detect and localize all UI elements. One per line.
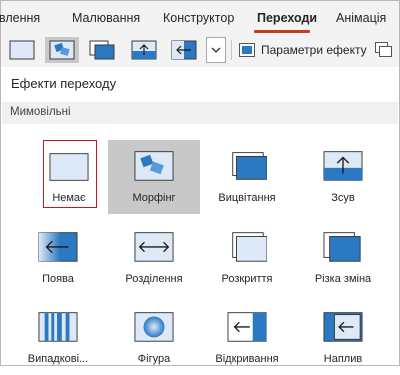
fade-icon	[89, 40, 115, 60]
effect-random-bars[interactable]: Випадкові...	[12, 301, 104, 375]
effect-label: Випадкові...	[27, 353, 89, 365]
gallery-wipe-button[interactable]	[167, 37, 201, 63]
effect-cut[interactable]: Різка зміна	[297, 221, 389, 295]
gallery-fade-button[interactable]	[85, 37, 119, 63]
ribbon-tabs: влення Малювання Конструктор Переходи Ан…	[0, 1, 399, 35]
active-tab-indicator	[254, 30, 310, 33]
effect-morph[interactable]: Морфінг	[108, 140, 200, 214]
effect-label: Фігура	[137, 353, 171, 365]
tab-draw[interactable]: Малювання	[72, 11, 140, 25]
effect-label: Вицвітання	[218, 192, 276, 204]
cut-icon	[323, 232, 361, 262]
toolbar-divider	[231, 40, 232, 60]
morph-icon	[49, 40, 75, 60]
effect-label: Зсув	[331, 192, 355, 204]
none-icon	[49, 153, 89, 181]
uncover-icon	[227, 312, 267, 342]
wipe-icon	[38, 232, 78, 262]
effect-label: Немає	[52, 192, 86, 204]
push-icon	[131, 40, 157, 60]
transition-window: влення Малювання Конструктор Переходи Ан…	[0, 0, 400, 366]
effect-label: Розкриття	[221, 273, 273, 285]
effect-label: Відкривання	[215, 353, 279, 365]
effect-wipe[interactable]: Поява	[12, 221, 104, 295]
effect-options-button[interactable]: Параметри ефекту	[239, 37, 367, 63]
effect-reveal[interactable]: Розкриття	[201, 221, 293, 295]
effect-options-icon	[239, 43, 255, 57]
effect-label: Наплив	[323, 353, 363, 365]
gallery-push-button[interactable]	[127, 37, 161, 63]
push-icon	[323, 151, 363, 181]
cover-icon	[323, 312, 363, 342]
effect-label: Різка зміна	[314, 273, 372, 285]
chevron-down-icon	[211, 47, 221, 53]
effect-none[interactable]: Немає	[15, 140, 107, 214]
effect-fade[interactable]: Вицвітання	[201, 140, 293, 214]
wipe-icon	[171, 40, 197, 60]
section-label: Мимовільні	[10, 106, 71, 118]
effect-push[interactable]: Зсув	[297, 140, 389, 214]
effect-label: Морфінг	[132, 192, 176, 204]
morph-icon	[134, 151, 174, 181]
gallery-morph-button[interactable]	[45, 37, 79, 63]
gallery-none-button[interactable]	[5, 37, 39, 63]
effect-options-label: Параметри ефекту	[261, 43, 367, 57]
reveal-icon	[232, 232, 267, 262]
effect-shape[interactable]: Фігура	[108, 301, 200, 375]
panel-title: Ефекти переходу	[11, 76, 117, 91]
tab-animations[interactable]: Анімація	[336, 11, 386, 25]
tab-design[interactable]: Конструктор	[163, 11, 234, 25]
tab-transitions[interactable]: Переходи	[257, 11, 317, 25]
fade-icon	[232, 152, 267, 180]
section-header: Мимовільні	[2, 102, 398, 124]
effect-uncover[interactable]: Відкривання	[201, 301, 293, 375]
none-icon	[9, 40, 35, 60]
tab-insert[interactable]: влення	[0, 11, 40, 25]
effect-label: Поява	[42, 273, 74, 285]
effect-cover[interactable]: Наплив	[297, 301, 389, 375]
slides-icon[interactable]	[375, 42, 393, 58]
gallery-expand-button[interactable]	[206, 37, 226, 63]
split-icon	[134, 232, 174, 262]
effect-label: Розділення	[125, 273, 183, 285]
shape-icon	[134, 312, 174, 342]
ribbon-toolbar: Параметри ефекту	[1, 34, 399, 67]
random-bars-icon	[38, 312, 78, 342]
effect-split[interactable]: Розділення	[108, 221, 200, 295]
